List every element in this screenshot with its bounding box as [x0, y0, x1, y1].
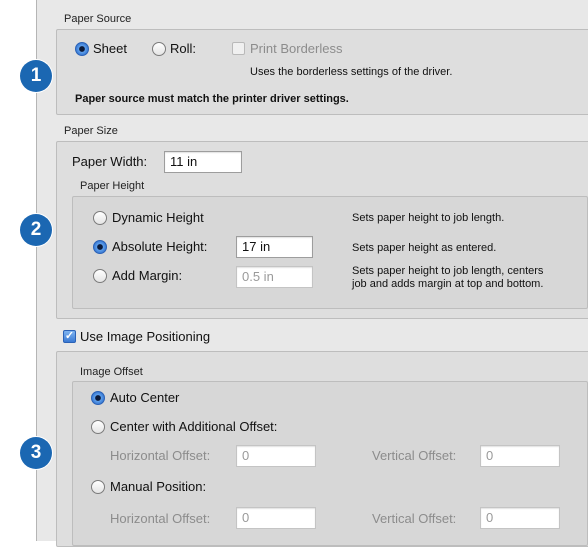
roll-label[interactable]: Roll: [170, 41, 196, 56]
center-vertical-offset-field[interactable]: 0 [480, 445, 560, 467]
center-vertical-offset-label: Vertical Offset: [372, 448, 457, 463]
center-offset-label[interactable]: Center with Additional Offset: [110, 419, 277, 434]
manual-position-radio[interactable] [91, 480, 105, 494]
paper-height-title: Paper Height [80, 180, 145, 192]
manual-vertical-offset-field[interactable]: 0 [480, 507, 560, 529]
print-borderless-checkbox[interactable] [232, 42, 245, 55]
sheet-label[interactable]: Sheet [93, 41, 127, 56]
paper-width-field[interactable]: 11 in [164, 151, 242, 173]
center-horizontal-offset-label: Horizontal Offset: [110, 448, 211, 463]
callout-badge-3: 3 [20, 437, 52, 469]
add-margin-radio[interactable] [93, 269, 107, 283]
print-borderless-note: Uses the borderless settings of the driv… [250, 66, 453, 78]
add-margin-label[interactable]: Add Margin: [112, 268, 182, 283]
add-margin-note-line1: Sets paper height to job length, centers [352, 265, 544, 277]
manual-vertical-offset-label: Vertical Offset: [372, 511, 457, 526]
use-image-positioning-label[interactable]: Use Image Positioning [80, 329, 210, 344]
absolute-height-note: Sets paper height as entered. [352, 242, 497, 254]
dynamic-height-radio[interactable] [93, 211, 107, 225]
add-margin-note-line2: job and adds margin at top and bottom. [352, 278, 544, 290]
manual-position-label[interactable]: Manual Position: [110, 479, 206, 494]
absolute-height-field[interactable]: 17 in [236, 236, 313, 258]
auto-center-label[interactable]: Auto Center [110, 390, 179, 405]
paper-size-title: Paper Size [64, 125, 118, 137]
center-horizontal-offset-field[interactable]: 0 [236, 445, 316, 467]
manual-horizontal-offset-field[interactable]: 0 [236, 507, 316, 529]
callout-badge-1: 1 [20, 60, 52, 92]
paper-source-title: Paper Source [64, 13, 132, 25]
absolute-height-radio[interactable] [93, 240, 107, 254]
auto-center-radio[interactable] [91, 391, 105, 405]
image-offset-title: Image Offset [80, 366, 143, 378]
dynamic-height-note: Sets paper height to job length. [352, 212, 505, 224]
center-offset-radio[interactable] [91, 420, 105, 434]
paper-source-warning: Paper source must match the printer driv… [75, 93, 349, 105]
print-borderless-label[interactable]: Print Borderless [250, 41, 342, 56]
callout-badge-2: 2 [20, 214, 52, 246]
absolute-height-label[interactable]: Absolute Height: [112, 239, 207, 254]
sheet-radio[interactable] [75, 42, 89, 56]
use-image-positioning-checkbox[interactable]: ✓ [63, 330, 76, 343]
dynamic-height-label[interactable]: Dynamic Height [112, 210, 204, 225]
roll-radio[interactable] [152, 42, 166, 56]
paper-width-label: Paper Width: [72, 154, 148, 169]
add-margin-field[interactable]: 0.5 in [236, 266, 313, 288]
manual-horizontal-offset-label: Horizontal Offset: [110, 511, 211, 526]
